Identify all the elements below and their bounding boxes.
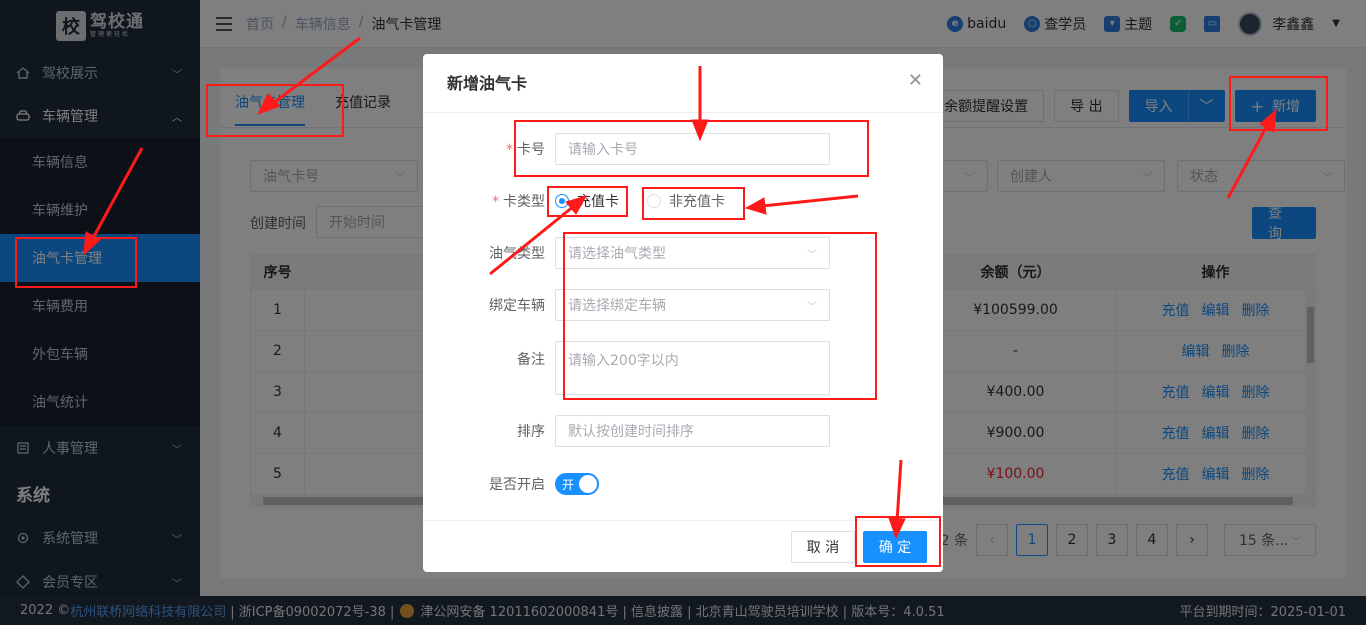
fuel-type-label: 油气类型	[489, 246, 545, 262]
annotation-box-optional-fields	[563, 232, 877, 400]
dialog-title: 新增油气卡	[447, 74, 528, 93]
app-root: 校 驾校通 管理更轻松 驾校展示 ﹀ 车辆管理 ︿ 车辆信息 车辆维护 油气卡管…	[0, 0, 1366, 625]
cancel-button[interactable]: 取 消	[791, 531, 855, 563]
sort-input[interactable]: 默认按创建时间排序	[555, 415, 830, 447]
remark-label: 备注	[517, 352, 545, 368]
vehicle-label: 绑定车辆	[489, 298, 545, 314]
annotation-box-card-no	[514, 120, 869, 177]
annotation-box-tab	[206, 84, 344, 137]
annotation-box-sidebar	[15, 237, 137, 288]
annotation-box-add	[1229, 76, 1328, 131]
annotation-box-recharge	[547, 186, 628, 217]
close-icon[interactable]: ✕	[908, 70, 923, 91]
card-type-label: 卡类型	[503, 194, 545, 210]
enabled-label: 是否开启	[489, 477, 545, 493]
annotation-box-confirm	[855, 516, 941, 567]
annotation-box-non-recharge	[642, 187, 745, 220]
enabled-toggle[interactable]: 开	[555, 473, 599, 495]
sort-label: 排序	[517, 424, 545, 440]
